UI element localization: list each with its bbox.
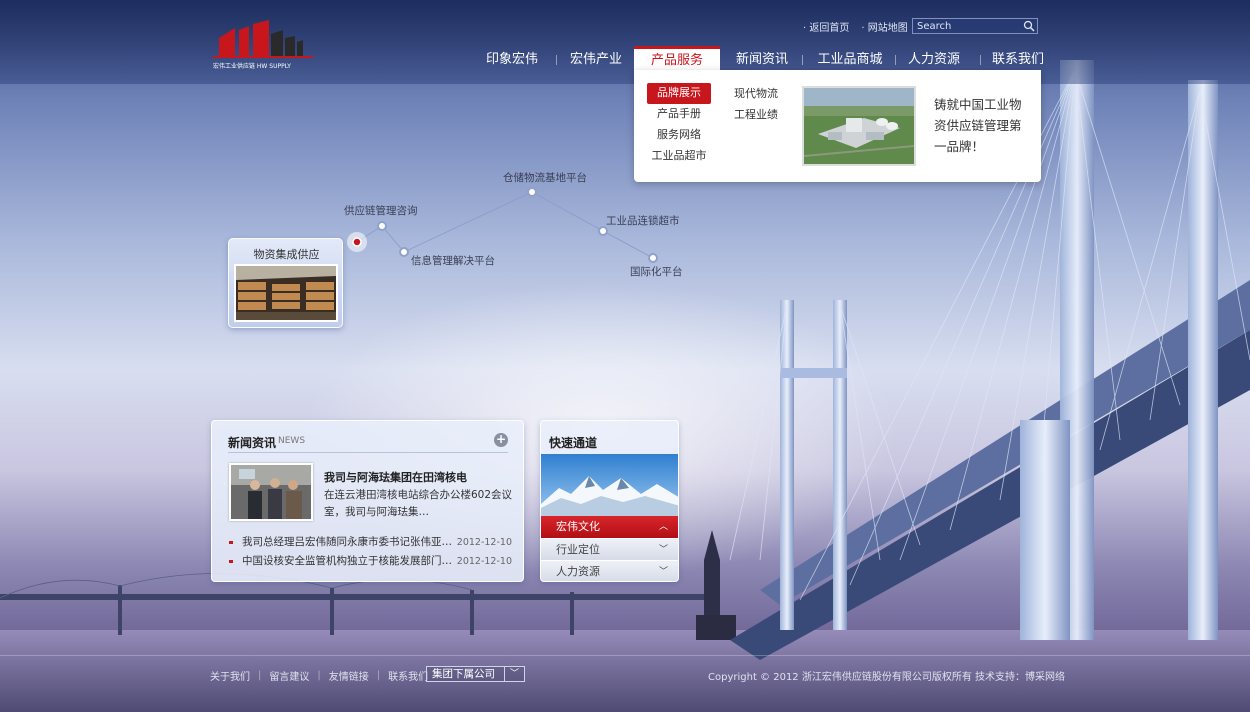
node-label-consulting[interactable]: 供应链管理咨询 bbox=[344, 203, 418, 218]
quick-item-label: 行业定位 bbox=[556, 543, 600, 556]
quick-item-label: 人力资源 bbox=[556, 565, 600, 578]
quick-item-hr[interactable]: 人力资源 ﹀ bbox=[541, 560, 678, 581]
news-item-date: 2012-12-10 bbox=[456, 537, 512, 548]
diagram-node-international[interactable] bbox=[648, 253, 658, 263]
list-item[interactable]: 我司总经理吕宏伟随同永康市委书记张伟亚… 2012-12-10 bbox=[228, 533, 512, 552]
group-company-select[interactable]: 集团下属公司 ﹀ bbox=[426, 666, 525, 682]
quick-item-culture[interactable]: 宏伟文化 ︿ bbox=[541, 516, 678, 538]
warehouse-image bbox=[236, 266, 336, 320]
bullet-icon bbox=[229, 560, 233, 563]
quick-item-positioning[interactable]: 行业定位 ﹀ bbox=[541, 538, 678, 560]
news-featured-headline[interactable]: 我司与阿海珐集团在田湾核电 bbox=[324, 469, 467, 485]
hub-card[interactable]: 物资集成供应 bbox=[228, 238, 343, 328]
news-featured-summary: 在连云港田湾核电站综合办公楼602会议室，我司与阿海珐集… bbox=[324, 489, 513, 518]
diagram-node-chain-supermarket[interactable] bbox=[598, 226, 608, 236]
footer-separator: | bbox=[258, 670, 262, 681]
footer-about-link[interactable]: 关于我们 bbox=[210, 668, 250, 683]
hub-card-title: 物资集成供应 bbox=[253, 248, 320, 261]
footer-contact-link[interactable]: 联系我们 bbox=[388, 668, 428, 683]
footer-separator: | bbox=[376, 670, 381, 681]
news-panel-title: 新闻资讯 bbox=[228, 436, 277, 450]
news-featured-photo[interactable] bbox=[229, 463, 313, 521]
node-label-international[interactable]: 国际化平台 bbox=[630, 264, 683, 279]
news-item-title[interactable]: 我司总经理吕宏伟随同永康市委书记张伟亚… bbox=[242, 533, 456, 552]
bullet-icon bbox=[229, 541, 233, 544]
news-panel: 新闻资讯 NEWS + 我司与阿海珐集团在田湾核电 在连云港田湾核电站综合办公楼… bbox=[211, 420, 524, 582]
warehouse-photo bbox=[234, 264, 338, 322]
diagram-node-consulting[interactable] bbox=[377, 221, 387, 231]
diagram-node-hub[interactable] bbox=[352, 237, 362, 247]
node-label-info-platform[interactable]: 信息管理解决平台 bbox=[411, 253, 495, 268]
footer-friend-links[interactable]: 友情链接 bbox=[329, 668, 369, 683]
chevron-down-icon[interactable]: ﹀ bbox=[504, 667, 524, 681]
chevron-down-icon: ﹀ bbox=[658, 567, 668, 577]
news-item-date: 2012-12-10 bbox=[456, 556, 512, 567]
footer-links: 关于我们 | 留言建议 | 友情链接 | 联系我们 bbox=[210, 668, 428, 683]
diagram-node-info-platform[interactable] bbox=[399, 247, 409, 257]
footer-feedback-link[interactable]: 留言建议 bbox=[269, 668, 309, 683]
news-list: 我司总经理吕宏伟随同永康市委书记张伟亚… 2012-12-10 中国设核安全监管… bbox=[228, 533, 512, 571]
quick-item-label: 宏伟文化 bbox=[556, 520, 600, 533]
group-select-value: 集团下属公司 bbox=[432, 668, 495, 680]
chevron-up-icon: ︿ bbox=[658, 522, 668, 532]
copyright-text: Copyright © 2012 浙江宏伟供应链股份有限公司版权所有 技术支持：… bbox=[708, 672, 1066, 683]
quick-access-panel: 快速通道 宏伟文化 ︿ 行业定位 ﹀ 人力资源 ﹀ bbox=[540, 420, 679, 582]
news-panel-title-en: NEWS bbox=[278, 436, 306, 446]
service-diagram-lines bbox=[347, 187, 658, 263]
mountain-banner bbox=[541, 454, 678, 516]
footer-separator: | bbox=[317, 670, 321, 681]
news-item-title[interactable]: 中国设核安全监管机构独立于核能发展部门… bbox=[242, 552, 456, 571]
chevron-down-icon: ﹀ bbox=[658, 545, 668, 555]
snow-mountain-image bbox=[541, 454, 678, 516]
node-label-warehouse[interactable]: 仓储物流基地平台 bbox=[503, 170, 587, 185]
meeting-image bbox=[231, 465, 311, 519]
news-divider bbox=[228, 452, 508, 453]
quick-access-title: 快速通道 bbox=[549, 436, 598, 450]
more-news-plus-icon[interactable]: + bbox=[494, 433, 508, 447]
node-label-chain-supermarket[interactable]: 工业品连锁超市 bbox=[606, 213, 680, 228]
diagram-node-warehouse[interactable] bbox=[527, 187, 537, 197]
list-item[interactable]: 中国设核安全监管机构独立于核能发展部门… 2012-12-10 bbox=[228, 552, 512, 571]
